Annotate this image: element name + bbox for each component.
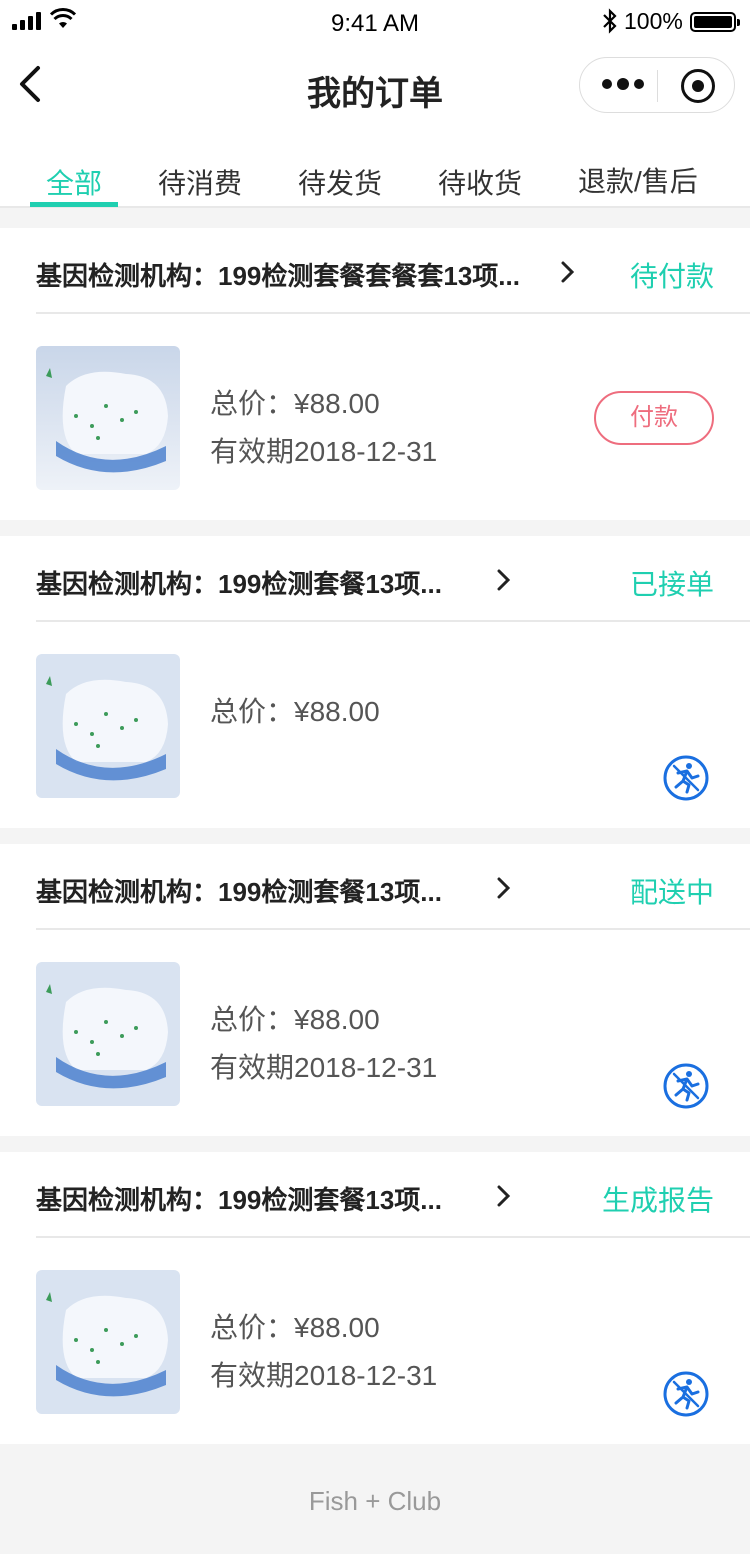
courier-icon[interactable] xyxy=(662,1370,710,1418)
order-total-price: 总价：¥88.00 xyxy=(210,1004,380,1035)
courier-icon[interactable] xyxy=(662,754,710,802)
status-bar: 9:41 AM 100% xyxy=(0,0,750,48)
capsule-divider xyxy=(657,70,658,102)
chevron-right-icon[interactable] xyxy=(496,568,512,592)
order-status: 已接单 xyxy=(629,569,714,600)
order-card[interactable]: 基因检测机构：199检测套餐套餐套13项... 待付款 总价：¥88.00 有效… xyxy=(0,228,750,520)
order-total-price: 总价：¥88.00 xyxy=(210,1312,380,1343)
tab-refund[interactable]: 退款/售后 xyxy=(578,160,698,200)
order-shop-name[interactable]: 基因检测机构：199检测套餐13项... xyxy=(36,872,442,909)
order-validity: 有效期2018-12-31 xyxy=(210,1052,438,1083)
order-card[interactable]: 基因检测机构：199检测套餐13项... 配送中 总价：¥88.00 有效期20… xyxy=(0,844,750,1136)
product-image xyxy=(36,962,180,1106)
order-shop-name[interactable]: 基因检测机构：199检测套餐13项... xyxy=(36,564,442,601)
close-target-icon[interactable] xyxy=(681,69,715,103)
pay-button[interactable]: 付款 xyxy=(594,391,714,445)
order-card-header: 基因检测机构：199检测套餐13项... 生成报告 xyxy=(36,1152,750,1238)
order-status: 待付款 xyxy=(629,261,714,292)
order-shop-name[interactable]: 基因检测机构：199检测套餐套餐套13项... xyxy=(36,256,520,293)
tab-pending-consume[interactable]: 待消费 xyxy=(158,162,242,202)
order-card[interactable]: 基因检测机构：199检测套餐13项... 生成报告 总价：¥88.00 有效期2… xyxy=(0,1152,750,1444)
battery-percent: 100% xyxy=(624,8,683,34)
order-shop-name[interactable]: 基因检测机构：199检测套餐13项... xyxy=(36,1180,442,1217)
chevron-right-icon[interactable] xyxy=(496,1184,512,1208)
footer-brand: Fish + Club xyxy=(0,1444,750,1554)
order-status: 生成报告 xyxy=(601,1185,714,1216)
product-image xyxy=(36,654,180,798)
tab-all[interactable]: 全部 xyxy=(46,162,102,202)
courier-icon[interactable] xyxy=(662,1062,710,1110)
order-card-header: 基因检测机构：199检测套餐13项... 已接单 xyxy=(36,536,750,622)
chevron-right-icon[interactable] xyxy=(560,260,576,284)
order-total-price: 总价：¥88.00 xyxy=(210,696,380,727)
product-image xyxy=(36,346,180,490)
order-tabs: 全部 待消费 待发货 待收货 退款/售后 xyxy=(0,132,750,208)
order-total-price: 总价：¥88.00 xyxy=(210,388,380,419)
order-validity: 有效期2018-12-31 xyxy=(210,436,438,467)
chevron-right-icon[interactable] xyxy=(496,876,512,900)
product-image xyxy=(36,1270,180,1414)
order-status: 配送中 xyxy=(629,877,714,908)
battery-icon xyxy=(690,12,740,32)
tab-pending-ship[interactable]: 待发货 xyxy=(298,162,382,202)
order-validity: 有效期2018-12-31 xyxy=(210,1360,438,1391)
order-card[interactable]: 基因检测机构：199检测套餐13项... 已接单 总价：¥88.00 xyxy=(0,536,750,828)
mini-program-capsule xyxy=(579,57,735,113)
nav-bar: 我的订单 xyxy=(0,48,750,132)
order-card-header: 基因检测机构：199检测套餐套餐套13项... 待付款 xyxy=(36,228,750,314)
bluetooth-icon xyxy=(603,8,617,34)
tab-pending-receive[interactable]: 待收货 xyxy=(438,162,522,202)
tab-active-indicator xyxy=(30,202,118,207)
more-icon[interactable] xyxy=(602,78,644,90)
order-card-header: 基因检测机构：199检测套餐13项... 配送中 xyxy=(36,844,750,930)
